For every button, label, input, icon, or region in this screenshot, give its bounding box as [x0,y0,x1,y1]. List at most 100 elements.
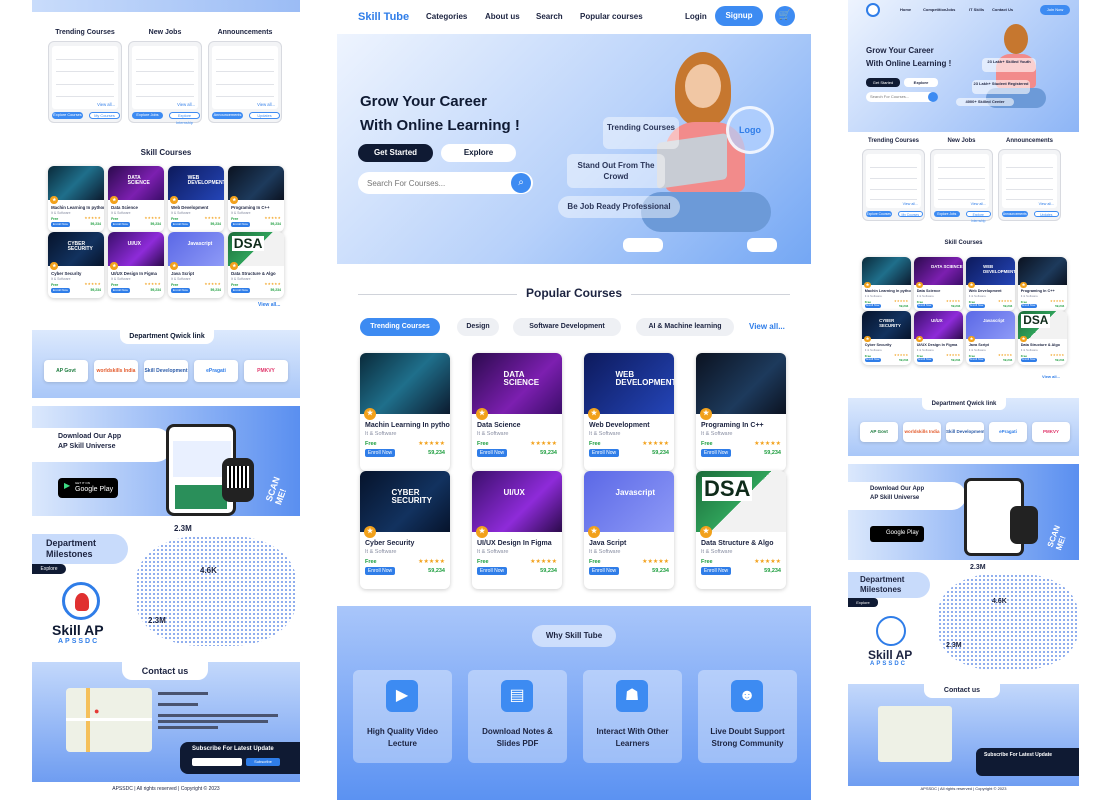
view-all-link[interactable]: View all... [971,202,986,206]
dept-logo-link[interactable]: worldskills India [903,422,941,442]
explore-button[interactable]: Explore [441,144,516,162]
dept-logo-link[interactable]: PMKVY [1032,422,1070,442]
tab-ai-ml[interactable]: AI & Machine learning [636,318,734,336]
enroll-now-button[interactable]: Enroll Now [968,303,985,309]
list-item[interactable] [870,168,917,179]
list-item[interactable] [216,49,274,60]
view-all-courses-link[interactable]: View all... [749,322,785,331]
enroll-now-button[interactable]: Enroll Now [231,221,250,227]
primary-column-button[interactable]: Explore Courses [52,112,83,119]
enroll-now-button[interactable]: Enroll Now [365,449,395,457]
course-card[interactable]: DSA ★ Data Structure & Algo It & Software Fr… [228,232,284,298]
list-item[interactable] [136,74,194,85]
list-item[interactable] [1006,168,1053,179]
right-google-play-button[interactable]: Google Play [870,526,924,542]
enroll-now-button[interactable]: Enroll Now [701,449,731,457]
list-item[interactable] [1006,157,1053,168]
course-card[interactable]: ★ Machin Learning In python It & Software F… [360,353,450,471]
course-card[interactable]: Javascript ★ Java Script It & Software Free ★… [168,232,224,298]
primary-column-button[interactable]: Announcements [1002,211,1028,217]
secondary-column-button[interactable]: Updates [1033,211,1059,217]
course-card[interactable]: Javascript ★ Java Script It & Software Free ★… [966,311,1015,365]
right-nav-link[interactable]: Contact Us [992,7,1013,12]
tab-design[interactable]: Design [457,318,499,336]
enroll-now-button[interactable]: Enroll Now [477,567,507,575]
enroll-now-button[interactable]: Enroll Now [916,357,933,363]
enroll-now-button[interactable]: Enroll Now [968,357,985,363]
course-card[interactable]: DSA ★ Data Structure & Algo It & Software Fr… [1018,311,1067,365]
cart-icon[interactable]: 🛒 [775,6,795,26]
enroll-now-button[interactable]: Enroll Now [231,287,250,293]
course-card[interactable]: WEB DEVELOPMENT ★ Web Development It & Soft… [966,257,1015,311]
enroll-now-button[interactable]: Enroll Now [589,567,619,575]
login-link[interactable]: Login [685,12,707,21]
right-view-all-link[interactable]: View all... [1042,374,1060,379]
list-item[interactable] [1006,189,1053,201]
list-item[interactable] [56,49,114,60]
primary-column-button[interactable]: Explore Courses [866,211,892,217]
secondary-column-button[interactable]: My Courses [89,112,120,119]
right-get-started-button[interactable]: Get Started [866,78,900,87]
course-card[interactable]: CYBER SECURITY ★ Cyber Security It & Softwa… [360,471,450,589]
right-nav-link[interactable]: Competition [923,7,946,12]
enroll-now-button[interactable]: Enroll Now [365,567,395,575]
dept-logo-link[interactable]: PMKVY [244,360,288,382]
brand-logo[interactable]: Skill Tube [358,11,409,23]
list-item[interactable] [136,49,194,60]
dept-logo-link[interactable]: AP Govt [860,422,898,442]
list-item[interactable] [870,157,917,168]
course-card[interactable]: UI/UX ★ UI/UX Design In Figma It & Software… [914,311,963,365]
primary-column-button[interactable]: Explore Jobs [934,211,960,217]
subscribe-email-input[interactable] [192,758,242,766]
course-card[interactable]: Javascript ★ Java Script It & Software Free ★… [584,471,674,589]
tab-software-development[interactable]: Software Development [513,318,621,336]
secondary-column-button[interactable]: Explore Internship [169,112,200,125]
enroll-now-button[interactable]: Enroll Now [1020,357,1037,363]
signup-button[interactable]: Signup [715,6,763,26]
primary-column-button[interactable]: Explore Jobs [132,112,163,119]
list-item[interactable] [938,157,985,168]
dept-logo-link[interactable]: Skill Development [144,360,188,382]
course-card[interactable]: DATA SCIENCE ★ Data Science It & Software Fr… [914,257,963,311]
course-card[interactable]: DATA SCIENCE ★ Data Science It & Software Fr… [108,166,164,232]
list-item[interactable] [938,189,985,201]
enroll-now-button[interactable]: Enroll Now [916,303,933,309]
course-card[interactable]: ★ Programing In C++ It & Software Free ★★★★★… [696,353,786,471]
enroll-now-button[interactable]: Enroll Now [864,303,881,309]
nav-about[interactable]: About us [485,12,520,21]
enroll-now-button[interactable]: Enroll Now [1020,303,1037,309]
milestones-explore-button[interactable]: Explore [32,564,66,574]
enroll-now-button[interactable]: Enroll Now [701,567,731,575]
course-card[interactable]: UI/UX ★ UI/UX Design In Figma It & Software… [108,232,164,298]
course-card[interactable]: ★ Machin Learning In python It & Software F… [862,257,911,311]
list-item[interactable] [938,168,985,179]
list-item[interactable] [56,74,114,85]
list-item[interactable] [216,86,274,97]
course-card[interactable]: WEB DEVELOPMENT ★ Web Development It & Soft… [584,353,674,471]
primary-column-button[interactable]: Announcements [212,112,243,119]
nav-popular-courses[interactable]: Popular courses [580,12,643,21]
enroll-now-button[interactable]: Enroll Now [111,221,130,227]
enroll-now-button[interactable]: Enroll Now [589,449,619,457]
google-play-button[interactable]: ▶ GET IT ON Google Play [58,478,118,498]
list-item[interactable] [870,179,917,190]
enroll-now-button[interactable]: Enroll Now [51,287,70,293]
list-item[interactable] [1006,179,1053,190]
list-item[interactable] [56,61,114,73]
course-card[interactable]: CYBER SECURITY ★ Cyber Security It & Softwa… [48,232,104,298]
course-card[interactable]: WEB DEVELOPMENT ★ Web Development It & Soft… [168,166,224,232]
enroll-now-button[interactable]: Enroll Now [477,449,507,457]
dept-logo-link[interactable]: Skill Development [946,422,984,442]
secondary-column-button[interactable]: Explore Internship [965,211,991,223]
right-search-icon[interactable] [928,92,938,102]
right-nav-link[interactable]: IT Skills [969,7,984,12]
dept-logo-link[interactable]: AP Govt [44,360,88,382]
list-item[interactable] [938,179,985,190]
course-card[interactable]: UI/UX ★ UI/UX Design In Figma It & Software… [472,471,562,589]
list-item[interactable] [136,86,194,97]
list-item[interactable] [56,86,114,97]
subscribe-button[interactable]: Subscribe [246,758,280,766]
list-item[interactable] [136,61,194,73]
enroll-now-button[interactable]: Enroll Now [171,287,190,293]
dept-logo-link[interactable]: ePragati [194,360,238,382]
